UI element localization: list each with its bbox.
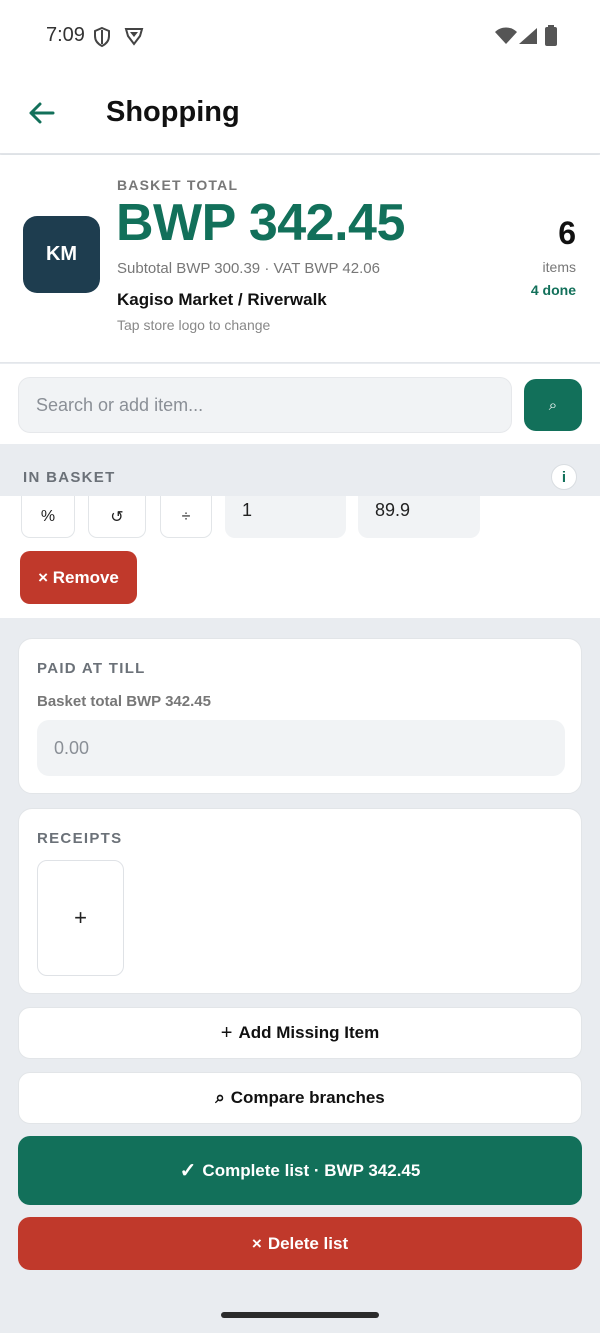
basket-summary: KM BASKET TOTAL BWP 342.45 Subtotal BWP … <box>0 155 600 363</box>
app-bar: Shopping <box>0 72 600 154</box>
status-bar: 7:09 <box>0 0 600 72</box>
home-indicator[interactable] <box>221 1312 379 1318</box>
percent-button[interactable]: % <box>21 496 75 538</box>
basket-total: BWP 342.45 <box>116 194 405 252</box>
reset-icon[interactable]: ↺ <box>88 496 146 538</box>
remove-button[interactable]: × Remove <box>20 551 137 604</box>
paid-at-till-label: PAID AT TILL <box>37 660 146 677</box>
quantity-field[interactable]: 1 <box>225 496 346 538</box>
shield-icon <box>92 26 112 53</box>
add-receipt-button[interactable]: + <box>37 860 124 976</box>
basket-item-editor: % ↺ ÷ 1 89.9 × Remove <box>0 496 600 618</box>
complete-list-label: Complete list · BWP 342.45 <box>202 1160 421 1180</box>
store-logo[interactable]: KM <box>23 216 100 293</box>
store-hint: Tap store logo to change <box>117 317 271 333</box>
search-input[interactable] <box>18 377 512 433</box>
search-row: ⌕ <box>0 364 600 444</box>
subtotal-vat: Subtotal BWP 300.39 · VAT BWP 42.06 <box>117 260 380 277</box>
compare-branches-label: Compare branches <box>230 1088 385 1107</box>
wifi-icon <box>494 27 518 50</box>
check-icon: ✓ <box>179 1160 197 1182</box>
plus-icon: + <box>220 1021 233 1044</box>
compare-branches-button[interactable]: ⌕ Compare branches <box>18 1072 582 1124</box>
complete-list-button[interactable]: ✓ Complete list · BWP 342.45 <box>18 1136 582 1205</box>
paid-at-till-card: PAID AT TILL Basket total BWP 342.45 <box>18 638 582 794</box>
page-title: Shopping <box>106 96 240 128</box>
basket-total-label: BASKET TOTAL <box>117 177 239 193</box>
divide-button[interactable]: ÷ <box>160 496 212 538</box>
receipts-card: RECEIPTS + <box>18 808 582 994</box>
plus-icon: + <box>74 905 87 930</box>
add-missing-item-button[interactable]: + Add Missing Item <box>18 1007 582 1059</box>
search-icon: ⌕ <box>548 396 558 414</box>
battery-icon <box>544 25 558 52</box>
in-basket-header: IN BASKET i <box>0 444 600 496</box>
back-arrow-icon[interactable] <box>22 94 60 132</box>
delete-list-button[interactable]: × Delete list <box>18 1217 582 1270</box>
done-count: 4 done <box>530 282 576 298</box>
signal-icon <box>518 27 538 50</box>
search-icon: ⌕ <box>215 1088 225 1107</box>
store-name: Kagiso Market / Riverwalk <box>117 290 327 309</box>
price-field[interactable]: 89.9 <box>358 496 480 538</box>
paid-amount-input[interactable] <box>37 720 565 776</box>
status-time: 7:09 <box>46 24 85 46</box>
search-button[interactable]: ⌕ <box>524 379 582 431</box>
delete-list-label: Delete list <box>267 1233 349 1253</box>
add-missing-item-label: Add Missing Item <box>238 1023 380 1042</box>
items-label: items <box>542 259 576 275</box>
close-icon: × <box>251 1233 262 1253</box>
item-count: 6 <box>558 215 576 251</box>
info-icon[interactable]: i <box>551 464 577 490</box>
receipts-label: RECEIPTS <box>37 830 123 847</box>
brave-icon <box>123 26 145 51</box>
till-basket-total: Basket total BWP 342.45 <box>37 693 211 710</box>
in-basket-label: IN BASKET <box>23 469 116 486</box>
